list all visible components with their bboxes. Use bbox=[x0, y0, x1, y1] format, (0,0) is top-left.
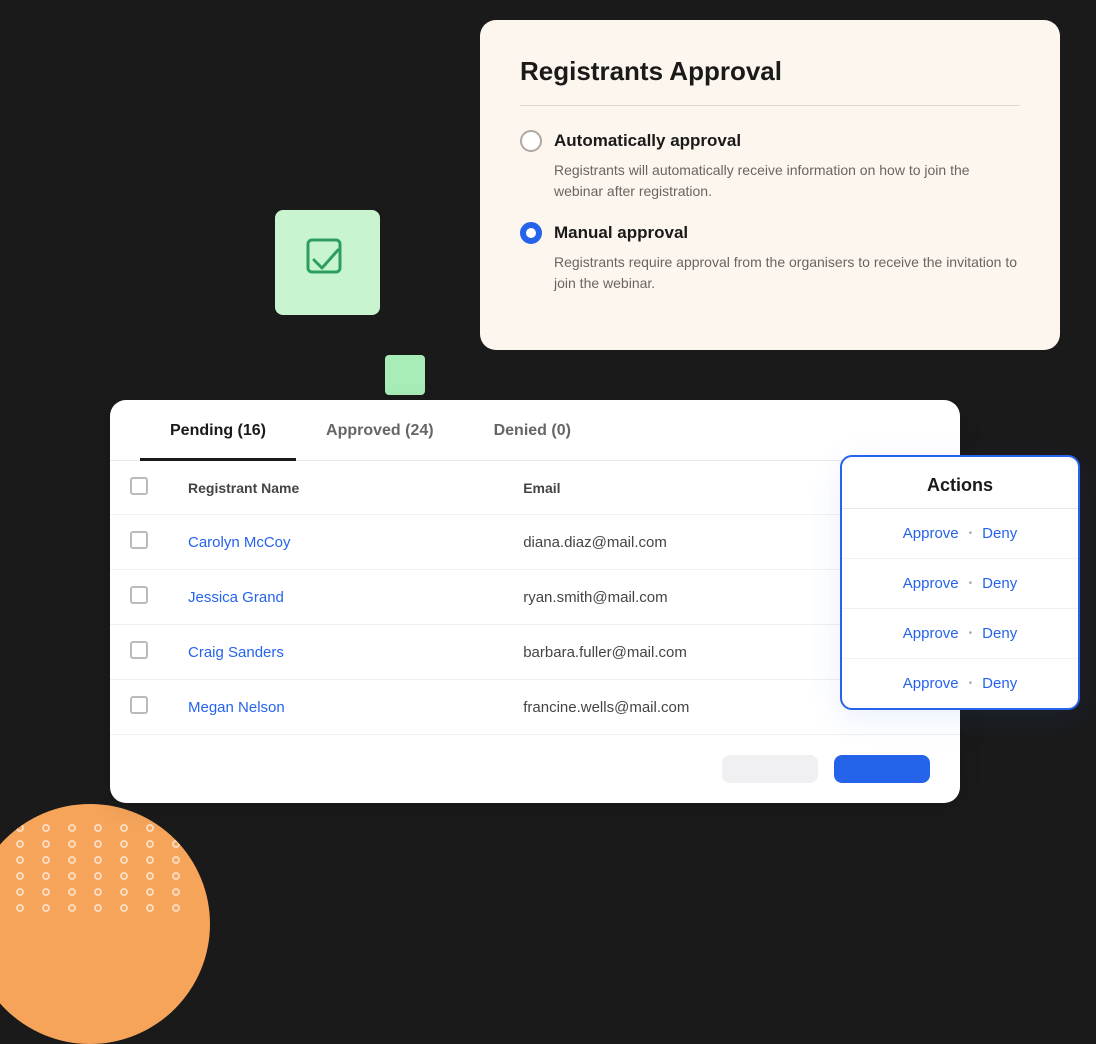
deny-btn-0[interactable]: Deny bbox=[982, 525, 1017, 542]
row-name-3[interactable]: Megan Nelson bbox=[168, 680, 503, 735]
approval-divider bbox=[520, 105, 1020, 106]
approval-card-title: Registrants Approval bbox=[520, 56, 1020, 87]
row-checkbox-cell bbox=[110, 680, 168, 735]
action-dot-1: • bbox=[969, 578, 973, 589]
cancel-button[interactable] bbox=[722, 755, 818, 783]
row-checkbox-2[interactable] bbox=[130, 641, 148, 659]
deny-btn-1[interactable]: Deny bbox=[982, 575, 1017, 592]
row-checkbox-1[interactable] bbox=[130, 586, 148, 604]
row-checkbox-0[interactable] bbox=[130, 531, 148, 549]
action-row-3: Approve • Deny bbox=[842, 659, 1078, 708]
table-header-row: Registrant Name Email bbox=[110, 461, 960, 515]
row-name-0[interactable]: Carolyn McCoy bbox=[168, 515, 503, 570]
buttons-row bbox=[110, 735, 960, 803]
approval-manual-desc: Registrants require approval from the or… bbox=[520, 252, 1020, 294]
tab-approved[interactable]: Approved (24) bbox=[296, 400, 464, 461]
radio-manual[interactable] bbox=[520, 222, 542, 244]
approval-auto-label: Automatically approval bbox=[554, 131, 741, 151]
table-row: Megan Nelson francine.wells@mail.com bbox=[110, 680, 960, 735]
checkbox-check-icon bbox=[300, 232, 356, 293]
deco-green-small-square bbox=[385, 355, 425, 395]
action-row-1: Approve • Deny bbox=[842, 559, 1078, 609]
approve-btn-2[interactable]: Approve bbox=[903, 625, 959, 642]
approve-btn-3[interactable]: Approve bbox=[903, 675, 959, 692]
confirm-button[interactable] bbox=[834, 755, 930, 783]
approval-auto-desc: Registrants will automatically receive i… bbox=[520, 160, 1020, 202]
table-row: Jessica Grand ryan.smith@mail.com bbox=[110, 570, 960, 625]
approve-btn-1[interactable]: Approve bbox=[903, 575, 959, 592]
header-name: Registrant Name bbox=[168, 461, 503, 515]
row-name-1[interactable]: Jessica Grand bbox=[168, 570, 503, 625]
deny-btn-2[interactable]: Deny bbox=[982, 625, 1017, 642]
deco-green-square bbox=[275, 210, 380, 315]
row-checkbox-cell bbox=[110, 515, 168, 570]
approval-option-auto: Automatically approval Registrants will … bbox=[520, 130, 1020, 202]
row-checkbox-cell bbox=[110, 625, 168, 680]
tab-denied[interactable]: Denied (0) bbox=[464, 400, 601, 461]
table-row: Carolyn McCoy diana.diaz@mail.com bbox=[110, 515, 960, 570]
table-row: Craig Sanders barbara.fuller@mail.com bbox=[110, 625, 960, 680]
approve-btn-0[interactable]: Approve bbox=[903, 525, 959, 542]
approval-card: Registrants Approval Automatically appro… bbox=[480, 20, 1060, 350]
actions-title: Actions bbox=[842, 457, 1078, 509]
header-checkbox-cell bbox=[110, 461, 168, 515]
approval-manual-label: Manual approval bbox=[554, 223, 688, 243]
select-all-checkbox[interactable] bbox=[130, 477, 148, 495]
tab-pending[interactable]: Pending (16) bbox=[140, 400, 296, 461]
action-row-0: Approve • Deny bbox=[842, 509, 1078, 559]
action-dot-0: • bbox=[969, 528, 973, 539]
row-name-2[interactable]: Craig Sanders bbox=[168, 625, 503, 680]
action-dot-2: • bbox=[969, 628, 973, 639]
deco-orange-circle bbox=[0, 804, 210, 1044]
deny-btn-3[interactable]: Deny bbox=[982, 675, 1017, 692]
row-checkbox-cell bbox=[110, 570, 168, 625]
table-card: Pending (16) Approved (24) Denied (0) Re… bbox=[110, 400, 960, 803]
row-checkbox-3[interactable] bbox=[130, 696, 148, 714]
action-row-2: Approve • Deny bbox=[842, 609, 1078, 659]
registrants-table: Registrant Name Email Carolyn McCoy dian… bbox=[110, 461, 960, 735]
radio-auto[interactable] bbox=[520, 130, 542, 152]
actions-card: Actions Approve • Deny Approve • Deny Ap… bbox=[840, 455, 1080, 710]
action-dot-3: • bbox=[969, 678, 973, 689]
tabs-container: Pending (16) Approved (24) Denied (0) bbox=[110, 400, 960, 461]
approval-option-manual: Manual approval Registrants require appr… bbox=[520, 222, 1020, 294]
